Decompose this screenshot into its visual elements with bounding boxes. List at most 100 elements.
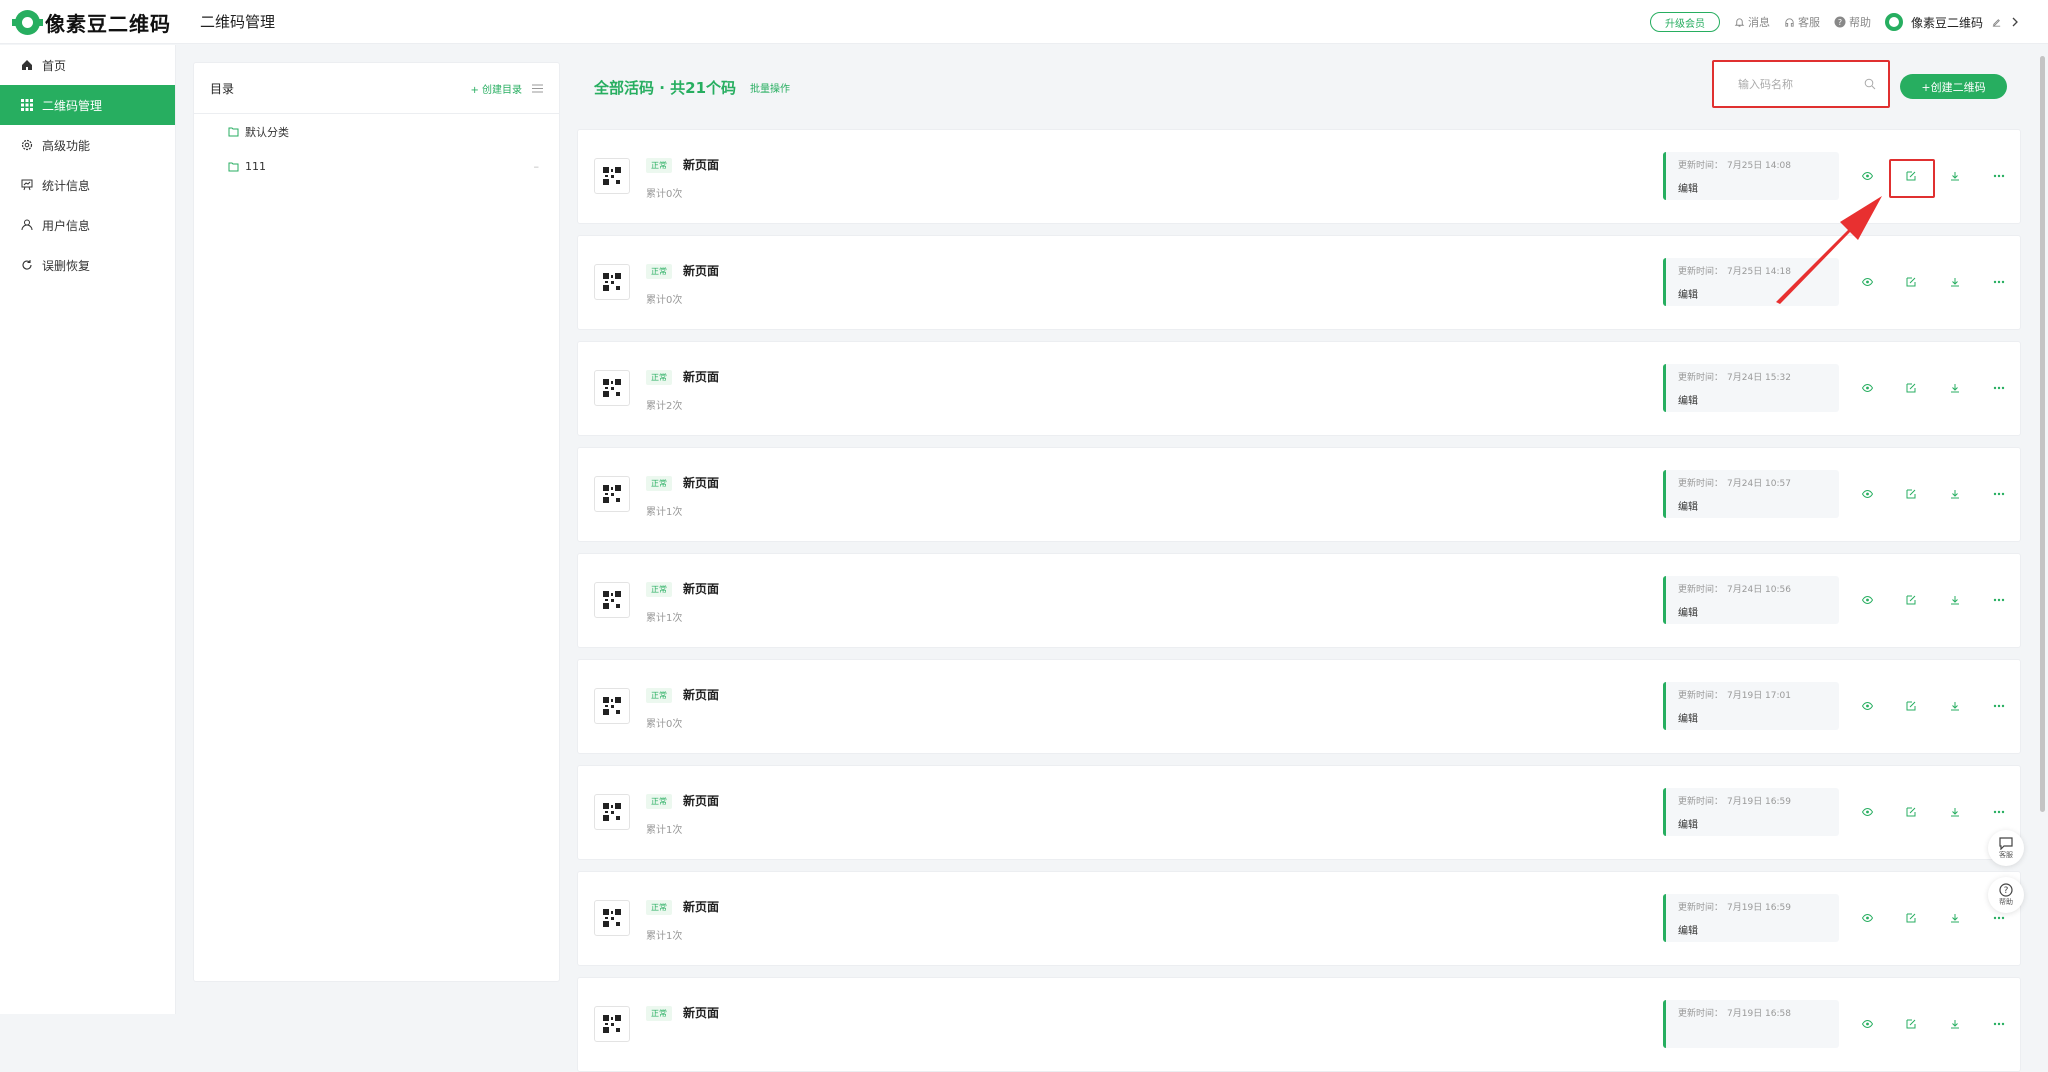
code-name[interactable]: 新页面	[683, 474, 719, 491]
qr-code-thumbnail[interactable]	[594, 794, 630, 830]
qr-code-thumbnail[interactable]	[594, 158, 630, 194]
status-badge: 正常	[646, 264, 672, 279]
update-label: 更新时间：	[1678, 267, 1724, 277]
download-icon[interactable]	[1947, 486, 1963, 502]
menu-icon[interactable]	[532, 84, 543, 93]
create-catalog-button[interactable]: + 创建目录	[470, 81, 522, 96]
scan-count: 累计0次	[646, 719, 683, 730]
qr-code-thumbnail[interactable]	[594, 476, 630, 512]
floating-service-button[interactable]: 客服	[1988, 830, 2024, 866]
help-link[interactable]: ? 帮助	[1834, 14, 1871, 30]
code-card[interactable]: 正常 新页面 累计1次 更新时间： 7月24日 10:57 编辑	[577, 447, 2021, 542]
download-icon[interactable]	[1947, 592, 1963, 608]
preview-eye-icon[interactable]	[1859, 698, 1875, 714]
preview-eye-icon[interactable]	[1859, 804, 1875, 820]
edit-icon[interactable]	[1903, 274, 1919, 290]
code-name[interactable]: 新页面	[683, 1004, 719, 1021]
code-name[interactable]: 新页面	[683, 580, 719, 597]
preview-eye-icon[interactable]	[1859, 1016, 1875, 1032]
catalog-item-label: 111	[245, 160, 266, 173]
batch-operation-link[interactable]: 批量操作	[750, 80, 790, 95]
chevron-right-icon[interactable]	[2010, 17, 2020, 27]
catalog-item-default[interactable]: 默认分类	[194, 114, 559, 149]
scrollbar-thumb[interactable]	[2040, 56, 2045, 812]
code-name[interactable]: 新页面	[683, 262, 719, 279]
more-dash-icon[interactable]: –	[534, 160, 540, 173]
code-name[interactable]: 新页面	[683, 368, 719, 385]
upgrade-button[interactable]: 升级会员	[1649, 12, 1720, 32]
code-name[interactable]: 新页面	[683, 156, 719, 173]
sidebar-item-label: 误删恢复	[42, 258, 91, 273]
more-icon[interactable]	[1991, 698, 2007, 714]
preview-eye-icon[interactable]	[1859, 592, 1875, 608]
download-icon[interactable]	[1947, 910, 1963, 926]
update-time: 7月19日 16:59	[1727, 797, 1791, 807]
message-link[interactable]: 消息	[1734, 14, 1770, 30]
edit-icon[interactable]	[1903, 380, 1919, 396]
more-icon[interactable]	[1991, 274, 2007, 290]
edit-icon[interactable]	[1903, 804, 1919, 820]
code-name[interactable]: 新页面	[683, 686, 719, 703]
help-circle-icon: ?	[1999, 883, 2013, 897]
download-icon[interactable]	[1947, 380, 1963, 396]
edit-icon[interactable]	[1903, 1016, 1919, 1032]
create-qr-button[interactable]: +创建二维码	[1900, 74, 2007, 99]
preview-eye-icon[interactable]	[1859, 380, 1875, 396]
sidebar-item-user-info[interactable]: 用户信息	[0, 205, 175, 245]
update-edit-text: 编辑	[1678, 396, 1698, 407]
qr-code-thumbnail[interactable]	[594, 1006, 630, 1042]
edit-icon[interactable]	[1903, 592, 1919, 608]
edit-icon[interactable]	[1903, 910, 1919, 926]
preview-eye-icon[interactable]	[1859, 486, 1875, 502]
qr-code-thumbnail[interactable]	[594, 582, 630, 618]
code-name[interactable]: 新页面	[683, 792, 719, 809]
preview-eye-icon[interactable]	[1859, 168, 1875, 184]
download-icon[interactable]	[1947, 698, 1963, 714]
qr-code-thumbnail[interactable]	[594, 900, 630, 936]
sidebar-item-statistics[interactable]: 统计信息	[0, 165, 175, 205]
code-card[interactable]: 正常 新页面 累计2次 更新时间： 7月24日 15:32 编辑	[577, 341, 2021, 436]
sidebar-item-label: 用户信息	[42, 218, 91, 233]
service-link[interactable]: 客服	[1784, 14, 1820, 30]
more-icon[interactable]	[1991, 592, 2007, 608]
update-time: 7月19日 17:01	[1727, 691, 1791, 701]
code-card[interactable]: 正常 新页面 累计1次 更新时间： 7月19日 16:59 编辑	[577, 871, 2021, 966]
floating-help-button[interactable]: ? 帮助	[1988, 877, 2024, 913]
more-icon[interactable]	[1991, 168, 2007, 184]
edit-icon[interactable]	[1991, 17, 2002, 28]
download-icon[interactable]	[1947, 804, 1963, 820]
qr-code-thumbnail[interactable]	[594, 370, 630, 406]
more-icon[interactable]	[1991, 486, 2007, 502]
code-card[interactable]: 正常 新页面 更新时间： 7月19日 16:58	[577, 977, 2021, 1072]
download-icon[interactable]	[1947, 1016, 1963, 1032]
qr-code-thumbnail[interactable]	[594, 264, 630, 300]
preview-eye-icon[interactable]	[1859, 910, 1875, 926]
search-input[interactable]: 输入码名称	[1712, 60, 1890, 108]
code-name[interactable]: 新页面	[683, 898, 719, 915]
sidebar-item-advanced[interactable]: 高级功能	[0, 125, 175, 165]
catalog-item-111[interactable]: 111 –	[194, 149, 559, 184]
code-card[interactable]: 正常 新页面 累计1次 更新时间： 7月24日 10:56 编辑	[577, 553, 2021, 648]
top-bar: 像素豆二维码 二维码管理 升级会员 消息 客服 ? 帮助 像素豆二维码	[0, 0, 2048, 44]
download-icon[interactable]	[1947, 168, 1963, 184]
sidebar-item-qr-management[interactable]: 二维码管理	[0, 85, 175, 125]
sidebar-item-restore[interactable]: 误删恢复	[0, 245, 175, 285]
logo[interactable]: 像素豆二维码	[12, 9, 171, 36]
sidebar-item-home[interactable]: 首页	[0, 45, 175, 85]
code-card[interactable]: 正常 新页面 累计1次 更新时间： 7月19日 16:59 编辑	[577, 765, 2021, 860]
more-icon[interactable]	[1991, 1016, 2007, 1032]
scrollbar[interactable]	[2038, 44, 2048, 1014]
more-icon[interactable]	[1991, 380, 2007, 396]
code-card[interactable]: 正常 新页面 累计0次 更新时间： 7月19日 17:01 编辑	[577, 659, 2021, 754]
qr-code-icon	[603, 697, 621, 715]
search-icon[interactable]	[1864, 78, 1876, 90]
update-info: 更新时间： 7月19日 16:59 编辑	[1663, 894, 1839, 942]
more-icon[interactable]	[1991, 804, 2007, 820]
scan-count: 累计0次	[646, 189, 683, 200]
edit-icon[interactable]	[1903, 698, 1919, 714]
gear-icon	[20, 138, 34, 152]
qr-code-thumbnail[interactable]	[594, 688, 630, 724]
edit-icon[interactable]	[1903, 486, 1919, 502]
download-icon[interactable]	[1947, 274, 1963, 290]
user-menu[interactable]: 像素豆二维码	[1884, 13, 2020, 31]
